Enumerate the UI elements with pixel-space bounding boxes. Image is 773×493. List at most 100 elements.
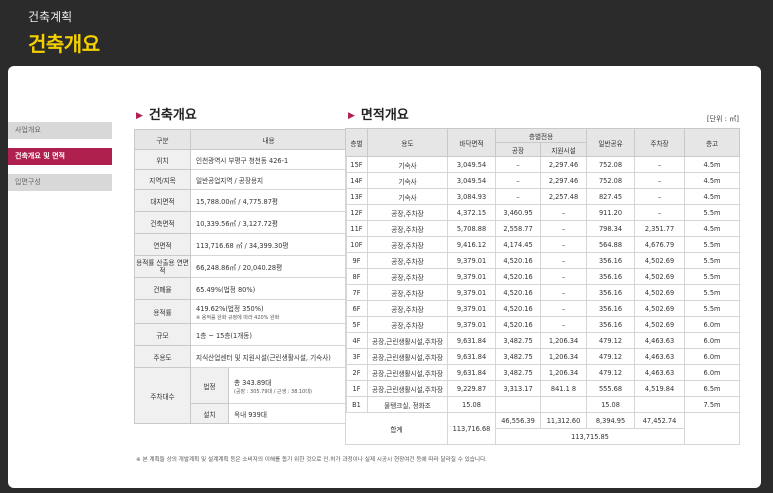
cell-parking: – [634, 188, 686, 205]
cell-floor-area: 9,379.01 [447, 300, 496, 317]
cell-floor: 13F [345, 188, 368, 205]
total-row: 합계 113,716.68 46,556.39 11,312.60 8,394.… [345, 412, 741, 445]
triangle-bullet-icon: ▶ [348, 111, 355, 121]
cell-common: 752.08 [586, 156, 636, 173]
header-height: 층고 [684, 128, 741, 157]
cell-factory: 4,520.16 [495, 268, 541, 285]
cell-height: 5.5m [684, 284, 741, 301]
cell-floor: 14F [345, 172, 368, 189]
cell-height: 4.5m [684, 156, 741, 173]
cell-floor-area: 3,049.54 [447, 156, 496, 173]
cell-floor: 15F [345, 156, 368, 173]
table-row: 15F 기숙사 3,049.54–2,297.46 752.08–4.5m [345, 156, 741, 173]
cell-factory: 2,558.77 [495, 220, 541, 237]
cell-parking: – [634, 156, 686, 173]
cell-height: 6.0m [684, 364, 741, 381]
total-label: 합계 [345, 412, 448, 445]
cell-floor-area: 3,084.93 [447, 188, 496, 205]
total-parking: 47,452.74 [634, 412, 686, 429]
parking-built-label: 설치 [190, 403, 229, 424]
cell-floor-area: 9,379.01 [447, 284, 496, 301]
cell-common: 827.45 [586, 188, 636, 205]
cell-factory: 4,520.16 [495, 252, 541, 269]
cell-floor: 4F [345, 332, 368, 349]
cell-floor-area: 9,379.01 [447, 268, 496, 285]
total-factory: 46,556.39 [495, 412, 541, 429]
table-row: 3F 공장,근린생활시설,주차장 9,631.84 3,482.75 1,206.34 4… [345, 348, 741, 365]
cell-height: 5.5m [684, 204, 741, 221]
table-row: 7F 공장,주차장 9,379.01 4,520.16–356.16 4,502.69 5… [345, 284, 741, 301]
cell-common: 356.16 [586, 300, 636, 317]
overview-header-category: 구분 [134, 129, 191, 150]
header-floor-area: 바닥면적 [447, 128, 496, 157]
cell-common: 564.88 [586, 236, 636, 253]
cell-height: 6.0m [684, 332, 741, 349]
cell-support: 841.1 8 [539, 380, 588, 397]
cell-height: 6.0m [684, 348, 741, 365]
table-row: 지역/지목 일반공업지역 / 공장용지 [134, 169, 348, 190]
cell-factory: – [495, 172, 541, 189]
cell-parking: 4,519.84 [634, 380, 686, 397]
cell-support: – [539, 220, 588, 237]
cell-floor: 6F [345, 300, 368, 317]
cell-factory: 4,520.16 [495, 316, 541, 333]
sidebar-item-building-area[interactable]: 건축개요 및 면적 [8, 148, 112, 165]
cell-common: 356.16 [586, 268, 636, 285]
cell-floor: 3F [345, 348, 368, 365]
cell-height: 4.5m [684, 172, 741, 189]
cell-floor-area: 9,631.84 [447, 348, 496, 365]
table-row: 5F 공장,주차장 9,379.01 4,520.16–356.16 4,502.69 6… [345, 316, 741, 333]
cell-use: 공장,근린생활시설,주차장 [367, 348, 448, 365]
table-row: 주차대수 법정 총 343.89대 (공장 : 305.79대 / 근생 : 3… [134, 367, 348, 424]
cell-parking: 4,502.69 [634, 252, 686, 269]
cell-factory: 4,520.16 [495, 284, 541, 301]
cell-parking: 4,502.69 [634, 316, 686, 333]
table-row: 건축면적 10,339.56㎡ / 3,127.72평 [134, 211, 348, 234]
cell-use: 기숙사 [367, 188, 448, 205]
table-row: 9F 공장,주차장 9,379.01 4,520.16–356.16 4,502.69 5… [345, 252, 741, 269]
cell-use: 공장,근린생활시설,주차장 [367, 364, 448, 381]
cell-floor-area: 9,379.01 [447, 252, 496, 269]
cell-common: 356.16 [586, 252, 636, 269]
table-row: 용적률 419.62%(법정 350%) ※ 용적률 완화 규정에 따라 420… [134, 299, 348, 324]
sidebar-item-elevation[interactable]: 입면구성 [8, 174, 112, 191]
area-table: 층별 용도 바닥면적 층별전용 일반공유 주차장 층고 공장 지원시설 15F 기… [345, 128, 741, 445]
cell-parking: 2,351.77 [634, 220, 686, 237]
cell-use: 공장,주차장 [367, 220, 448, 237]
cell-factory: 4,174.45 [495, 236, 541, 253]
cell-factory: 3,482.75 [495, 348, 541, 365]
cell-use: 공장,주차장 [367, 316, 448, 333]
area-section-title: ▶ 면적개요 [348, 108, 409, 123]
cell-common: 798.34 [586, 220, 636, 237]
table-row: 위치 인천광역시 부평구 청천동 426-1 [134, 149, 348, 170]
header-exclusive: 층별전용 [494, 128, 588, 143]
cell-floor: 5F [345, 316, 368, 333]
table-row: 14F 기숙사 3,049.54–2,297.46 752.08–4.5m [345, 172, 741, 189]
footnote: ※ 본 계획들 상의 개발계획 및 설계계획 등은 소비자의 이해를 돕기 위한… [136, 457, 487, 463]
cell-parking: – [634, 204, 686, 221]
table-row: 10F 공장,주차장 9,416.12 4,174.45–564.88 4,676.79… [345, 236, 741, 253]
parking-label: 주차대수 [134, 367, 191, 424]
cell-height: 5.5m [684, 252, 741, 269]
cell-floor: 11F [345, 220, 368, 237]
cell-floor-area: 3,049.54 [447, 172, 496, 189]
cell-parking: 4,502.69 [634, 300, 686, 317]
cell-floor: 10F [345, 236, 368, 253]
cell-floor-area: 9,631.84 [447, 332, 496, 349]
table-row: 13F 기숙사 3,084.93–2,257.48 827.45–4.5m [345, 188, 741, 205]
sidebar-item-business-overview[interactable]: 사업개요 [8, 122, 112, 139]
cell-factory: 3,460.95 [495, 204, 541, 221]
cell-use: 공장,주차장 [367, 236, 448, 253]
cell-common: 479.12 [586, 364, 636, 381]
content-panel: 사업개요 건축개요 및 면적 입면구성 ▶ 건축개요 ▶ 면적개요 [단위 : ㎡]… [8, 66, 761, 488]
header-parking: 주차장 [634, 128, 686, 157]
table-row: 11F 공장,주차장 5,708.88 2,558.77–798.34 2,351.77… [345, 220, 741, 237]
table-row: 연면적 113,716.68 ㎡ / 34,399.30평 [134, 233, 348, 256]
cell-common: 752.08 [586, 172, 636, 189]
cell-support: – [539, 300, 588, 317]
cell-height: 7.5m [684, 396, 741, 413]
cell-height: 5.5m [684, 268, 741, 285]
sidebar-nav: 사업개요 건축개요 및 면적 입면구성 [8, 122, 112, 200]
cell-factory: 3,482.75 [495, 332, 541, 349]
cell-factory: – [495, 188, 541, 205]
